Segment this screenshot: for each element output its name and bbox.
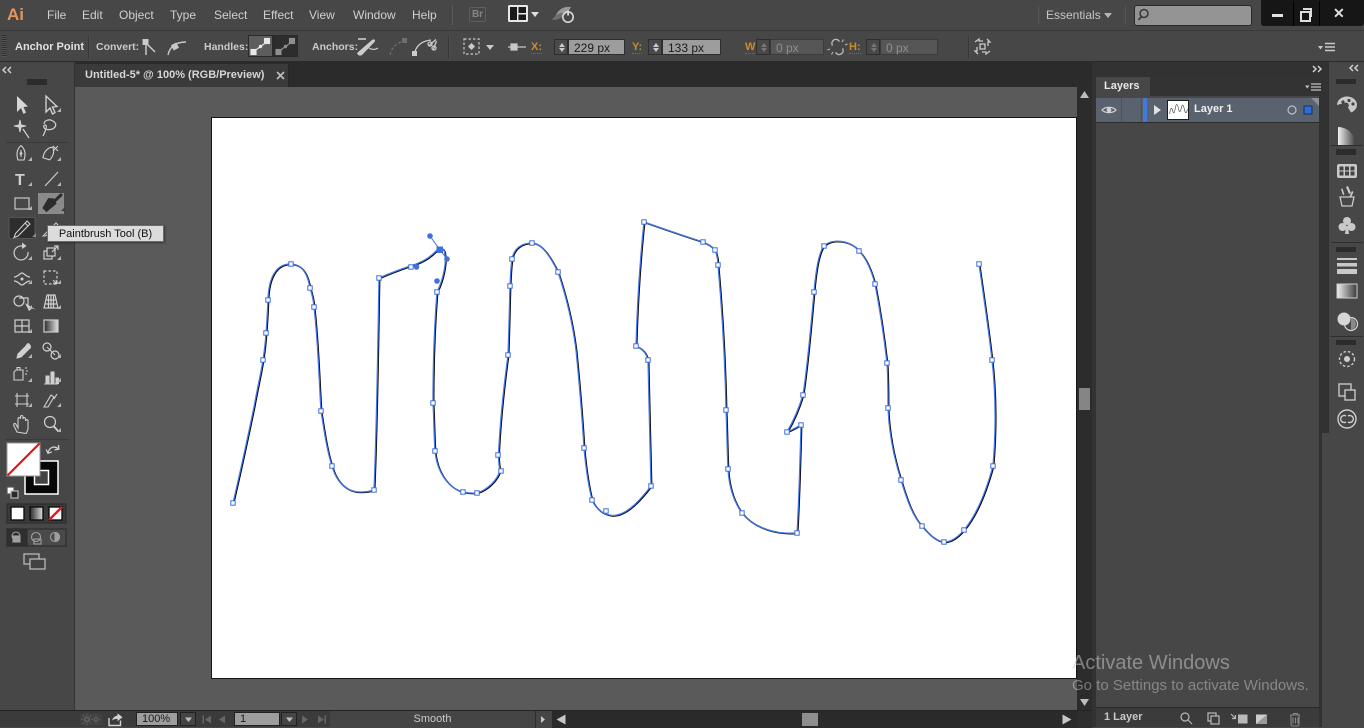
svg-text:T: T	[15, 172, 25, 189]
